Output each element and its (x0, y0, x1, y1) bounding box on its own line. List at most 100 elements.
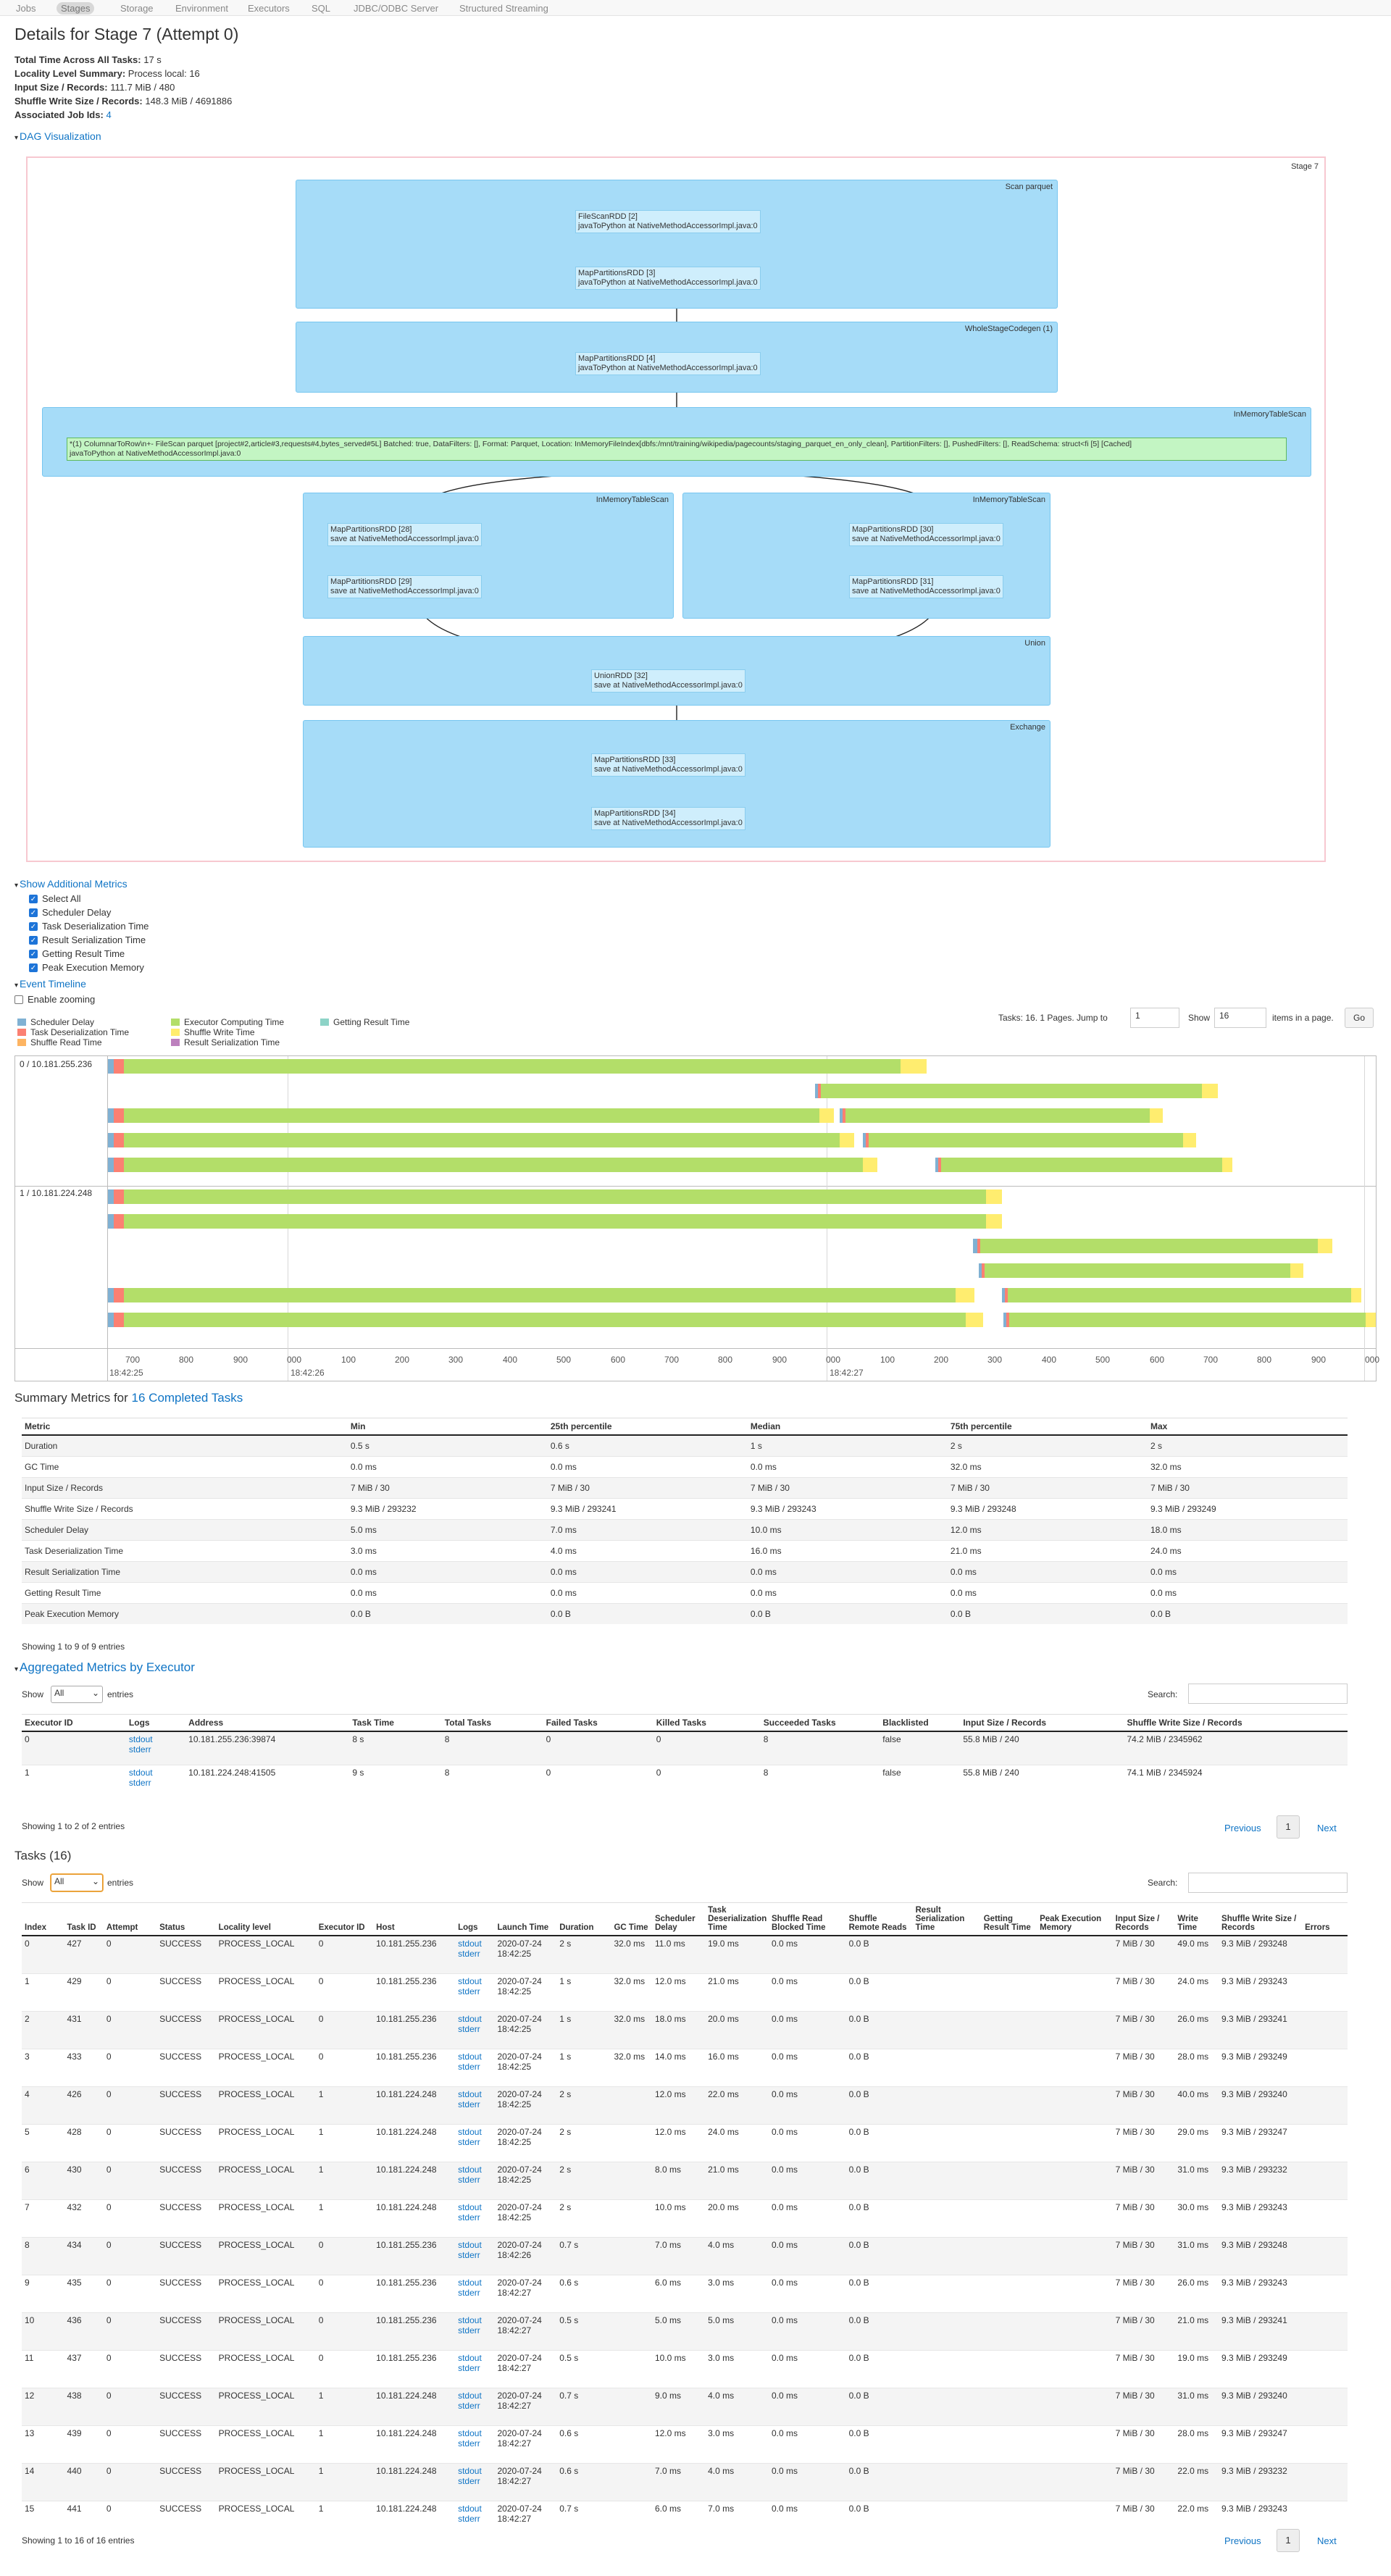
metric-task-deserialization-time[interactable]: ✓ Task Deserialization Time (29, 921, 149, 932)
column-header[interactable]: Write Time (1174, 1902, 1219, 1936)
checkbox-unchecked-icon[interactable] (14, 995, 23, 1004)
task-bar[interactable] (108, 1059, 927, 1074)
stderr-link[interactable]: stderr (129, 1744, 151, 1755)
task-bar[interactable] (935, 1158, 1232, 1172)
column-header[interactable]: Errors (1302, 1902, 1348, 1936)
stdout-link[interactable]: stdout (458, 2315, 482, 2325)
go-button[interactable]: Go (1345, 1008, 1374, 1028)
task-bar[interactable] (108, 1313, 983, 1327)
previous-page-button[interactable]: Previous (1224, 1823, 1261, 1833)
column-header[interactable]: Locality level (215, 1902, 316, 1936)
page-number-button[interactable]: 1 (1277, 1815, 1300, 1839)
rdd-node-cached[interactable]: *(1) ColumnarToRow\n+- FileScan parquet … (67, 438, 1287, 461)
stderr-link[interactable]: stderr (458, 2212, 480, 2222)
column-header[interactable]: Executor ID (22, 1714, 126, 1732)
column-header[interactable]: Failed Tasks (543, 1714, 653, 1732)
column-header[interactable]: 75th percentile (947, 1418, 1148, 1436)
stdout-link[interactable]: stdout (458, 2278, 482, 2288)
rdd-node[interactable]: MapPartitionsRDD [30] save at NativeMetho… (849, 523, 1003, 546)
column-header[interactable]: Shuffle Write Size / Records (1124, 1714, 1348, 1732)
task-bar[interactable] (863, 1133, 1196, 1147)
column-header[interactable]: Peak Execution Memory (1037, 1902, 1113, 1936)
column-header[interactable]: Total Tasks (441, 1714, 543, 1732)
column-header[interactable]: Scheduler Delay (651, 1902, 706, 1936)
dag-visualization-toggle[interactable]: ▾ DAG Visualization (14, 130, 101, 142)
column-header[interactable]: Launch Time (494, 1902, 557, 1936)
aggregated-page-size-select[interactable]: All ⌄ (51, 1686, 103, 1703)
stdout-link[interactable]: stdout (458, 2428, 482, 2438)
stdout-link[interactable]: stdout (458, 1939, 482, 1949)
stdout-link[interactable]: stdout (458, 1976, 482, 1986)
rdd-node[interactable]: FileScanRDD [2] javaToPython at NativeMet… (575, 210, 761, 233)
column-header[interactable]: Logs (125, 1714, 186, 1732)
metric-select-all[interactable]: ✓ Select All (29, 893, 80, 904)
column-header[interactable]: Min (347, 1418, 548, 1436)
stdout-link[interactable]: stdout (458, 2391, 482, 2401)
task-bar[interactable] (108, 1214, 1002, 1229)
rdd-node[interactable]: MapPartitionsRDD [3] javaToPython at Nati… (575, 267, 761, 290)
metric-scheduler-delay[interactable]: ✓ Scheduler Delay (29, 907, 111, 918)
aggregated-metrics-toggle[interactable]: ▾ Aggregated Metrics by Executor (14, 1660, 195, 1675)
column-header[interactable]: Executor ID (315, 1902, 374, 1936)
nav-environment[interactable]: Environment (171, 2, 233, 14)
column-header[interactable]: Getting Result Time (980, 1902, 1037, 1936)
stdout-link[interactable]: stdout (458, 2504, 482, 2514)
nav-executors[interactable]: Executors (243, 2, 294, 14)
column-header[interactable]: Host (373, 1902, 456, 1936)
column-header[interactable]: Succeeded Tasks (760, 1714, 880, 1732)
task-bar[interactable] (1003, 1313, 1376, 1327)
stderr-link[interactable]: stderr (458, 2024, 480, 2034)
rdd-node[interactable]: MapPartitionsRDD [33] save at NativeMetho… (591, 753, 745, 777)
rdd-node[interactable]: MapPartitionsRDD [28] save at NativeMetho… (327, 523, 482, 546)
previous-page-button[interactable]: Previous (1224, 2535, 1261, 2546)
stdout-link[interactable]: stdout (458, 2165, 482, 2175)
stdout-link[interactable]: stdout (458, 2202, 482, 2212)
column-header[interactable]: Status (156, 1902, 216, 1936)
column-header[interactable]: Task ID (64, 1902, 104, 1936)
column-header[interactable]: Metric (22, 1418, 348, 1436)
column-header[interactable]: Attempt (103, 1902, 157, 1936)
checkbox-checked-icon[interactable]: ✓ (29, 963, 38, 972)
checkbox-checked-icon[interactable]: ✓ (29, 949, 38, 958)
task-bar[interactable] (108, 1189, 1002, 1204)
stderr-link[interactable]: stderr (458, 2438, 480, 2449)
nav-sql[interactable]: SQL (307, 2, 335, 14)
stderr-link[interactable]: stderr (458, 2062, 480, 2072)
column-header[interactable]: Task Time (349, 1714, 442, 1732)
column-header[interactable]: Shuffle Write Size / Records (1219, 1902, 1303, 1936)
jump-to-page-input[interactable]: 1 (1130, 1008, 1179, 1028)
column-header[interactable]: Median (747, 1418, 948, 1436)
checkbox-checked-icon[interactable]: ✓ (29, 935, 38, 945)
column-header[interactable]: Result Serialization Time (912, 1902, 981, 1936)
next-page-button[interactable]: Next (1317, 2535, 1337, 2546)
stderr-link[interactable]: stderr (458, 2137, 480, 2147)
column-header[interactable]: Task Deserialization Time (705, 1902, 769, 1936)
nav-jobs[interactable]: Jobs (12, 2, 40, 14)
column-header[interactable]: Blacklisted (880, 1714, 961, 1732)
stderr-link[interactable]: stderr (458, 2288, 480, 2298)
stdout-link[interactable]: stdout (458, 2127, 482, 2137)
rdd-node[interactable]: MapPartitionsRDD [4] javaToPython at Nati… (575, 352, 761, 375)
rdd-node[interactable]: MapPartitionsRDD [29] save at NativeMetho… (327, 575, 482, 598)
task-bar[interactable] (979, 1263, 1303, 1278)
stderr-link[interactable]: stderr (458, 2099, 480, 2109)
column-header[interactable]: Input Size / Records (1112, 1902, 1175, 1936)
checkbox-checked-icon[interactable]: ✓ (29, 894, 38, 903)
column-header[interactable]: Address (185, 1714, 350, 1732)
stdout-link[interactable]: stdout (458, 2353, 482, 2363)
stderr-link[interactable]: stderr (458, 2325, 480, 2335)
task-bar[interactable] (840, 1108, 1163, 1123)
nav-stages[interactable]: Stages (57, 2, 95, 14)
column-header[interactable]: Killed Tasks (653, 1714, 761, 1732)
stderr-link[interactable]: stderr (458, 1986, 480, 1996)
tasks-page-size-select[interactable]: All ⌄ (51, 1874, 103, 1891)
stderr-link[interactable]: stderr (458, 2476, 480, 2486)
stderr-link[interactable]: stderr (458, 2363, 480, 2373)
task-bar[interactable] (973, 1239, 1332, 1253)
nav-structured-streaming[interactable]: Structured Streaming (455, 2, 553, 14)
enable-zooming[interactable]: Enable zooming (14, 994, 95, 1005)
stderr-link[interactable]: stderr (458, 2250, 480, 2260)
completed-tasks-link[interactable]: 16 Completed Tasks (132, 1391, 243, 1405)
column-header[interactable]: GC Time (611, 1902, 652, 1936)
stdout-link[interactable]: stdout (458, 2052, 482, 2062)
